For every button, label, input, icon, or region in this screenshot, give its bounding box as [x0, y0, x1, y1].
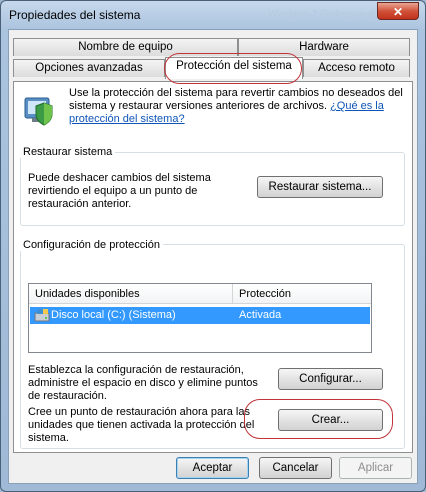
restore-description: Puede deshacer cambios del sistema revir… [28, 172, 211, 210]
list-item-disco-local-c[interactable]: Disco local (C:) (Sistema) Activada [30, 307, 370, 324]
background-window-text: Windows 7 Professional [268, 9, 375, 20]
tab-opciones-avanzadas[interactable]: Opciones avanzadas [13, 59, 165, 77]
intro-text: Use la protección del sistema para rever… [69, 87, 404, 126]
column-header-drives[interactable]: Unidades disponibles [29, 284, 233, 304]
restore-system-label: Restaurar sistema [20, 146, 116, 158]
close-button[interactable]: ✕ [377, 2, 419, 20]
drive-protection-status: Activada [239, 309, 282, 321]
tab-highlight-annotation [164, 53, 302, 84]
tab-label: Hardware [299, 41, 349, 53]
tab-label: Acceso remoto [318, 62, 395, 74]
drives-list[interactable]: Unidades disponibles Protección Disco lo… [28, 283, 372, 353]
create-highlight-annotation [244, 399, 393, 439]
configure-description: Establezca la configuración de restaurac… [28, 364, 258, 402]
apply-button: Aplicar [339, 457, 412, 479]
ok-button[interactable]: Aceptar [176, 457, 249, 479]
title-bar[interactable]: Propiedades del sistema Windows 7 Profes… [1, 1, 425, 29]
tab-label: Opciones avanzadas [35, 62, 143, 74]
window-title: Propiedades del sistema [9, 8, 141, 22]
cancel-button[interactable]: Cancelar [259, 457, 332, 479]
tab-acceso-remoto[interactable]: Acceso remoto [303, 59, 410, 77]
column-header-protection[interactable]: Protección [233, 284, 371, 304]
configure-button[interactable]: Configurar... [278, 368, 383, 390]
tab-panel: Use la protección del sistema para rever… [13, 81, 413, 453]
close-icon: ✕ [392, 5, 404, 19]
protection-settings-label: Configuración de protección [20, 239, 163, 251]
tab-label: Nombre de equipo [78, 41, 173, 53]
restore-system-button[interactable]: Restaurar sistema... [257, 176, 383, 198]
create-description: Cree un punto de restauración ahora para… [28, 406, 255, 444]
hard-drive-icon [34, 309, 50, 322]
system-properties-window: Propiedades del sistema Windows 7 Profes… [0, 0, 426, 492]
dialog-client-area: Nombre de equipo Hardware Opciones avanz… [8, 29, 418, 484]
system-protection-shield-icon [24, 97, 53, 126]
drive-name: Disco local (C:) (Sistema) [51, 309, 176, 321]
